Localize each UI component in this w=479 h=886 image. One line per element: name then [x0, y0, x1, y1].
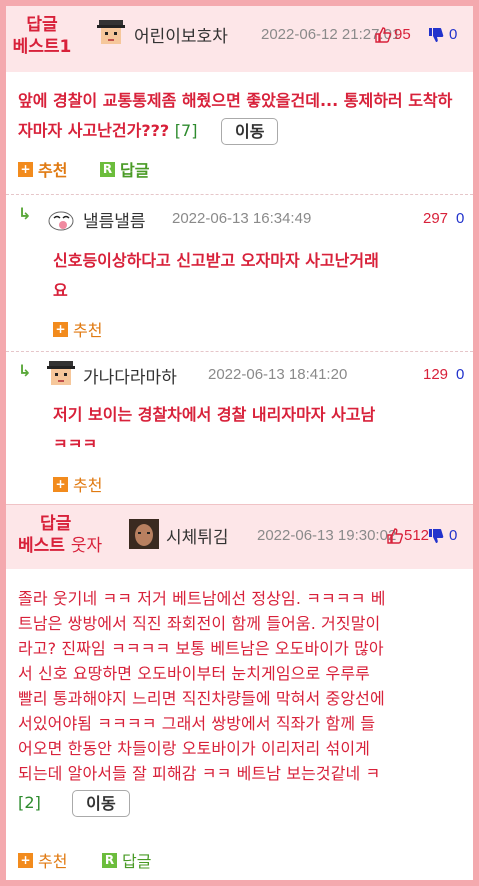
recommend-button[interactable]: + 추천 [18, 848, 67, 872]
upvote-count: 95 [394, 26, 411, 43]
best-badge: 답글 베스트 웃자 [18, 514, 103, 556]
nickname[interactable]: 어린이보호차 [134, 22, 228, 47]
avatar [129, 519, 159, 549]
downvote-count: 0 [456, 210, 465, 227]
move-button[interactable]: 이동 [221, 118, 279, 145]
upvote-count: 512 [404, 527, 430, 544]
comment-date: 2022-06-13 18:41:20 [208, 366, 348, 383]
reply-r-icon: R [102, 852, 117, 868]
comment-date: 2022-06-13 19:30:02 [257, 527, 397, 544]
avatar [47, 361, 75, 385]
downvote-count: 0 [449, 527, 458, 544]
nickname[interactable]: 시체튀김 [166, 523, 229, 548]
best-comment-header: 답글 베스트1 어린이보호차 2022-06-12 21:27:01 95 0 [6, 6, 473, 72]
reply-arrow-icon: ↳ [18, 361, 32, 380]
reply-arrow-icon: ↳ [18, 204, 32, 223]
plus-icon: + [53, 476, 68, 492]
upvote-count: 297 [423, 210, 449, 227]
thumbs-down-icon[interactable] [428, 27, 444, 43]
reply-r-icon: R [100, 161, 115, 177]
thumbs-down-icon[interactable] [428, 528, 444, 544]
recommend-button[interactable]: + 추천 [53, 317, 102, 341]
recommend-button[interactable]: + 추천 [18, 157, 67, 181]
divider [6, 351, 473, 352]
upvote-count: 129 [423, 366, 449, 383]
plus-icon: + [18, 852, 33, 868]
divider [6, 194, 473, 195]
comment-text: 졸라 웃기네 ㅋㅋ 저거 베트남에선 정상임. ㅋㅋㅋㅋ 베 트남은 쌍방에서 … [18, 586, 464, 817]
comment-text: 저기 보이는 경찰차에서 경찰 내리자마자 사고남 ㅋㅋㅋ [53, 405, 376, 447]
best-badge: 답글 베스트1 [12, 15, 72, 57]
comment-panel: 답글 베스트1 어린이보호차 2022-06-12 21:27:01 95 0 … [6, 6, 473, 880]
comment-text: 신호등이상하다고 신고받고 오자마자 사고난거래 요 [53, 251, 379, 300]
comment-text: 앞에 경찰이 교통통제좀 해줬으면 좋았을건데... 통제하러 도착하자마자 사… [18, 86, 466, 146]
downvote-count: 0 [449, 26, 458, 43]
nickname[interactable]: 가나다라마하 [83, 363, 177, 388]
reply-count: [7] [174, 121, 198, 140]
downvote-count: 0 [456, 366, 465, 383]
reply-count: [2] [18, 793, 41, 812]
thumbs-up-icon[interactable] [387, 528, 403, 544]
avatar [48, 211, 74, 231]
best-comment-header: 답글 베스트 웃자 시체튀김 2022-06-13 19:30:02 512 0 [6, 504, 473, 569]
comment-date: 2022-06-13 16:34:49 [172, 210, 312, 227]
avatar [97, 20, 125, 44]
plus-icon: + [53, 321, 68, 337]
thumbs-up-icon[interactable] [375, 27, 391, 43]
reply-button[interactable]: R 답글 [102, 848, 151, 872]
nickname[interactable]: 낼름낼름 [83, 207, 146, 232]
plus-icon: + [18, 161, 33, 177]
recommend-button[interactable]: + 추천 [53, 472, 102, 496]
reply-button[interactable]: R 답글 [100, 157, 149, 181]
move-button[interactable]: 이동 [72, 790, 130, 817]
